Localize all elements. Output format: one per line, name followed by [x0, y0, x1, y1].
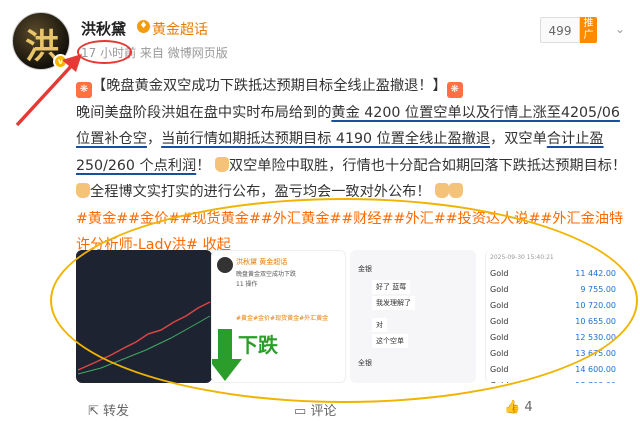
chevron-down-icon[interactable]: ⌄	[615, 22, 625, 36]
super-tag-link[interactable]: 黄金超话	[152, 19, 208, 39]
author-name[interactable]: 洪秋黛	[81, 18, 126, 39]
time-highlight-circle	[77, 40, 132, 64]
post-text: 全程博文实打实的进行公布，盈亏均会一致对外公布！	[90, 184, 431, 200]
hand-emoji-icon	[76, 183, 90, 198]
underlined-text: 当前行情如期抵达预期目标 4190 位置全线止盈撤退	[161, 131, 491, 147]
comment-icon: ▭	[294, 404, 307, 419]
like-button[interactable]: 👍 4	[504, 400, 533, 415]
post-source: 来自 微博网页版	[139, 46, 228, 60]
comment-button[interactable]: ▭ 评论	[294, 400, 336, 419]
hand-emoji-icon	[214, 156, 229, 172]
hand-emoji-icon	[435, 183, 450, 198]
post-text: ，双空单	[490, 131, 547, 147]
promote-button[interactable]: 推广	[580, 17, 597, 43]
share-icon: ⇱	[88, 404, 99, 419]
share-button[interactable]: ⇱ 转发	[88, 400, 129, 419]
post-text: 晚间美盘阶段洪姐在盘中实时布局给到的	[76, 104, 332, 121]
trade-profit: 18 700.00	[575, 378, 616, 383]
post-title: 【晚盘黄金双空成功下跌抵达预期目标全线止盈撤退！】	[92, 78, 447, 94]
hand-emoji-icon	[449, 183, 464, 198]
view-count: 499	[548, 24, 572, 38]
post-text: ！	[196, 157, 211, 174]
underlined-text: 黄金 4200 位置空单以及行情上涨至	[331, 104, 561, 121]
share-label: 转发	[103, 404, 130, 419]
like-count: 4	[524, 400, 533, 415]
view-counter: 499	[540, 17, 580, 43]
fire-emoji-icon: ❋	[76, 82, 92, 98]
post-text: 双空单险中取胜，行情也十分配合如期回落下跌抵达预期目标！	[228, 157, 627, 174]
like-icon: 👍	[504, 400, 521, 415]
trade-profit: 14 600.00	[575, 365, 616, 374]
highlight-oval	[50, 198, 638, 403]
verified-badge-icon: v	[53, 54, 68, 69]
super-tag-icon: ♦	[137, 20, 150, 33]
post-text: ，	[146, 131, 162, 147]
comment-label: 评论	[310, 404, 337, 419]
fire-emoji-icon: ❋	[446, 82, 463, 98]
